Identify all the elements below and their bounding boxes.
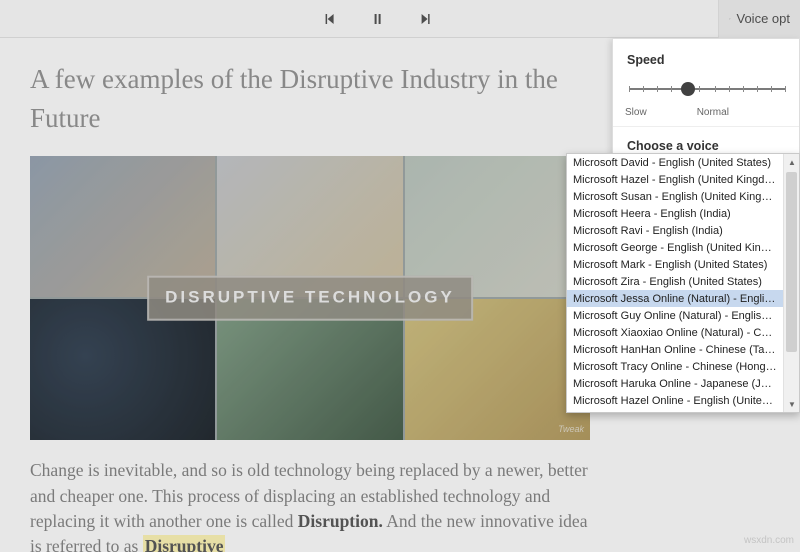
voice-option[interactable]: Microsoft George - English (United Kingd… xyxy=(567,239,783,256)
voice-option[interactable]: Microsoft Heera - English (India) xyxy=(567,205,783,222)
speed-slider[interactable] xyxy=(627,79,787,107)
voice-option[interactable]: Microsoft Xiaoxiao Online (Natural) - Ch… xyxy=(567,324,783,341)
slider-tick xyxy=(657,86,658,92)
slider-tick xyxy=(729,86,730,92)
slider-tick xyxy=(757,86,758,92)
article-heading: A few examples of the Disruptive Industr… xyxy=(30,60,590,138)
scroll-thumb[interactable] xyxy=(786,172,797,352)
voice-option[interactable]: Microsoft HanHan Online - Chinese (Taiwa… xyxy=(567,341,783,358)
voice-option[interactable]: Microsoft Mark - English (United States) xyxy=(567,256,783,273)
hero-image: DISRUPTIVE TECHNOLOGY Tweak xyxy=(30,156,590,440)
choose-voice-label: Choose a voice xyxy=(627,139,787,153)
voice-dropdown-list[interactable]: Microsoft David - English (United States… xyxy=(566,153,800,413)
slider-tick xyxy=(699,86,700,92)
slider-min-label: Slow xyxy=(625,107,647,118)
voice-option[interactable]: Microsoft Jessa Online (Natural) - Engli… xyxy=(567,290,783,307)
slider-track xyxy=(629,88,785,90)
voice-option[interactable]: Microsoft Susan - English (United Kingdo… xyxy=(567,188,783,205)
slider-tick xyxy=(629,86,630,92)
skip-next-button[interactable] xyxy=(418,11,434,27)
speed-label: Speed xyxy=(627,53,787,67)
play-controls-group xyxy=(322,11,434,27)
current-word-highlight: Disruptive xyxy=(143,535,226,552)
panel-divider xyxy=(613,126,799,127)
slider-labels: Slow Normal xyxy=(627,107,787,118)
slider-tick xyxy=(785,86,786,92)
slider-tick xyxy=(671,86,672,92)
page-watermark: wsxdn.com xyxy=(744,535,794,546)
hero-banner-text: DISRUPTIVE TECHNOLOGY xyxy=(147,276,473,321)
voice-option[interactable]: Microsoft Tracy Online - Chinese (Hong K… xyxy=(567,358,783,375)
pause-icon xyxy=(372,13,384,25)
playback-toolbar: Voice opt xyxy=(0,0,800,38)
scroll-down-arrow[interactable]: ▼ xyxy=(784,396,800,412)
article-paragraph: Change is inevitable, and so is old tech… xyxy=(30,458,590,552)
pause-button[interactable] xyxy=(370,11,386,27)
voice-option[interactable]: Microsoft Hazel Online - English (United… xyxy=(567,392,783,409)
slider-tick xyxy=(715,86,716,92)
slider-mid-label: Normal xyxy=(697,107,729,118)
voice-list-scrollbar[interactable]: ▲ ▼ xyxy=(783,154,799,412)
slider-tick xyxy=(743,86,744,92)
voice-option[interactable]: Microsoft Zira - English (United States) xyxy=(567,273,783,290)
slider-tick xyxy=(771,86,772,92)
voice-option[interactable]: Microsoft Guy Online (Natural) - English… xyxy=(567,307,783,324)
skip-next-icon xyxy=(420,13,432,25)
scroll-up-arrow[interactable]: ▲ xyxy=(784,154,800,170)
skip-previous-icon xyxy=(324,13,336,25)
slider-thumb[interactable] xyxy=(681,82,695,96)
voice-option[interactable]: Microsoft Ravi - English (India) xyxy=(567,222,783,239)
voice-option[interactable]: Microsoft Francisca Online (Natural) - P… xyxy=(567,409,783,413)
voice-option[interactable]: Microsoft Hazel - English (United Kingdo… xyxy=(567,171,783,188)
paragraph-bold: Disruption. xyxy=(298,511,383,531)
voice-option[interactable]: Microsoft Haruka Online - Japanese (Japa… xyxy=(567,375,783,392)
voice-options-label: Voice opt xyxy=(737,11,791,26)
person-voice-icon xyxy=(729,12,731,26)
voice-option[interactable]: Microsoft David - English (United States… xyxy=(567,154,783,171)
skip-previous-button[interactable] xyxy=(322,11,338,27)
voice-options-button[interactable]: Voice opt xyxy=(718,0,800,38)
slider-tick xyxy=(643,86,644,92)
hero-watermark: Tweak xyxy=(558,423,584,436)
